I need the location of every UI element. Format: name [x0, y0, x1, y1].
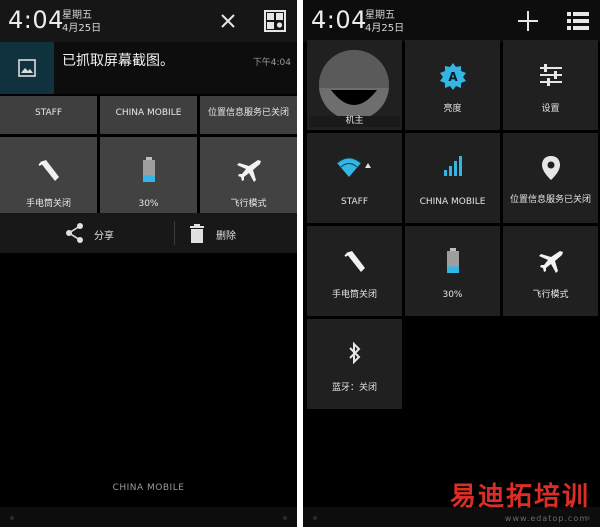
clock: 4:04	[311, 6, 367, 34]
airplane-icon	[538, 248, 564, 277]
tile-label: 蓝牙：关闭	[331, 383, 377, 393]
bottom-bar	[0, 507, 297, 527]
screenshot-thumbnail	[0, 42, 54, 94]
tile-label: 飞行模式	[532, 290, 569, 300]
signal-icon	[442, 155, 464, 180]
clock: 4:04	[8, 6, 64, 34]
tile-location[interactable]: 位置信息服务已关闭	[503, 133, 598, 223]
notifications-list-icon[interactable]	[565, 8, 591, 34]
date: 4月25日	[62, 23, 102, 34]
right-screen: 4:04 星期五 4月25日 机主 A 亮度 设置 STAFF CHINA MO…	[303, 0, 600, 527]
date-block: 星期五 4月25日	[62, 9, 101, 35]
add-icon[interactable]	[515, 8, 541, 34]
avatar	[319, 50, 389, 120]
tile-label: 亮度	[443, 104, 462, 114]
clear-notifications-icon[interactable]	[215, 8, 241, 34]
quick-settings-toggle-icon[interactable]	[262, 8, 288, 34]
brightness-auto-icon: A	[439, 62, 467, 93]
tile-label: 位置信息服务已关闭	[509, 195, 591, 205]
battery-icon	[142, 157, 156, 186]
tile-label: 设置	[541, 104, 560, 114]
tile-label: STAFF	[340, 197, 369, 207]
tile-label: 位置信息服务已关闭	[207, 108, 289, 118]
tile-wifi[interactable]: STAFF	[307, 133, 402, 223]
weekday: 星期五	[62, 10, 92, 21]
tile-wifi[interactable]: STAFF	[0, 96, 97, 134]
date-block: 星期五 4月25日	[365, 9, 404, 35]
tile-label: 30%	[138, 199, 159, 209]
tile-brightness[interactable]: A 亮度	[405, 40, 500, 130]
dot-icon	[313, 516, 317, 520]
watermark-url: www.edatop.com	[504, 514, 588, 523]
settings-sliders-icon	[538, 62, 564, 91]
tile-label: 手电筒关闭	[331, 290, 377, 300]
tile-label: STAFF	[34, 108, 63, 118]
weekday: 星期五	[365, 10, 395, 21]
flashlight-icon	[342, 248, 368, 277]
actions-divider	[174, 221, 175, 245]
delete-button[interactable]: 删除	[186, 222, 266, 244]
share-label: 分享	[94, 231, 114, 242]
carrier-label: CHINA MOBILE	[112, 483, 185, 493]
battery-icon	[446, 248, 460, 277]
airplane-icon	[236, 157, 262, 186]
tile-airplane[interactable]: 飞行模式	[200, 137, 297, 213]
delete-label: 删除	[216, 231, 236, 242]
trash-icon	[190, 224, 204, 243]
dot-icon	[10, 516, 14, 520]
image-icon	[18, 59, 36, 77]
share-icon	[66, 223, 83, 243]
flashlight-icon	[36, 157, 62, 186]
share-button[interactable]: 分享	[64, 222, 144, 244]
tile-mobile-signal[interactable]: CHINA MOBILE	[405, 133, 500, 223]
tile-settings[interactable]: 设置	[503, 40, 598, 130]
tile-location[interactable]: 位置信息服务已关闭	[200, 96, 297, 134]
tile-battery[interactable]: 30%	[405, 226, 500, 316]
notification-time: 下午4:04	[252, 58, 291, 68]
screenshot-notification[interactable]: 已抓取屏幕截图。 下午4:04	[0, 42, 297, 94]
tile-bluetooth[interactable]: 蓝牙：关闭	[307, 319, 402, 409]
watermark-logo: 易迪拓培训	[449, 482, 590, 512]
location-icon	[541, 155, 561, 184]
tile-label: 机主	[309, 116, 400, 127]
tile-battery[interactable]: 30%	[100, 137, 197, 213]
tile-label: 手电筒关闭	[25, 199, 71, 209]
tile-label: 30%	[442, 290, 463, 300]
bluetooth-icon	[347, 341, 363, 368]
tile-label: CHINA MOBILE	[419, 197, 486, 207]
notification-actions: 分享 删除	[0, 213, 297, 253]
tile-mobile[interactable]: CHINA MOBILE	[100, 96, 197, 134]
notification-title: 已抓取屏幕截图。	[62, 53, 174, 69]
quick-settings-header: 4:04 星期五 4月25日	[303, 0, 600, 42]
wifi-icon	[335, 155, 375, 182]
left-screen: 4:04 星期五 4月25日 已抓取屏幕截图。 下午4:04 STAFF CHI…	[0, 0, 297, 527]
tile-label: CHINA MOBILE	[115, 108, 182, 118]
tile-flashlight[interactable]: 手电筒关闭	[307, 226, 402, 316]
date: 4月25日	[365, 23, 405, 34]
tile-airplane[interactable]: 飞行模式	[503, 226, 598, 316]
tile-owner[interactable]: 机主	[307, 40, 402, 130]
tile-flashlight[interactable]: 手电筒关闭	[0, 137, 97, 213]
notification-header: 4:04 星期五 4月25日	[0, 0, 297, 42]
svg-text:A: A	[448, 70, 458, 84]
tile-label: 飞行模式	[230, 199, 267, 209]
dot-icon	[283, 516, 287, 520]
